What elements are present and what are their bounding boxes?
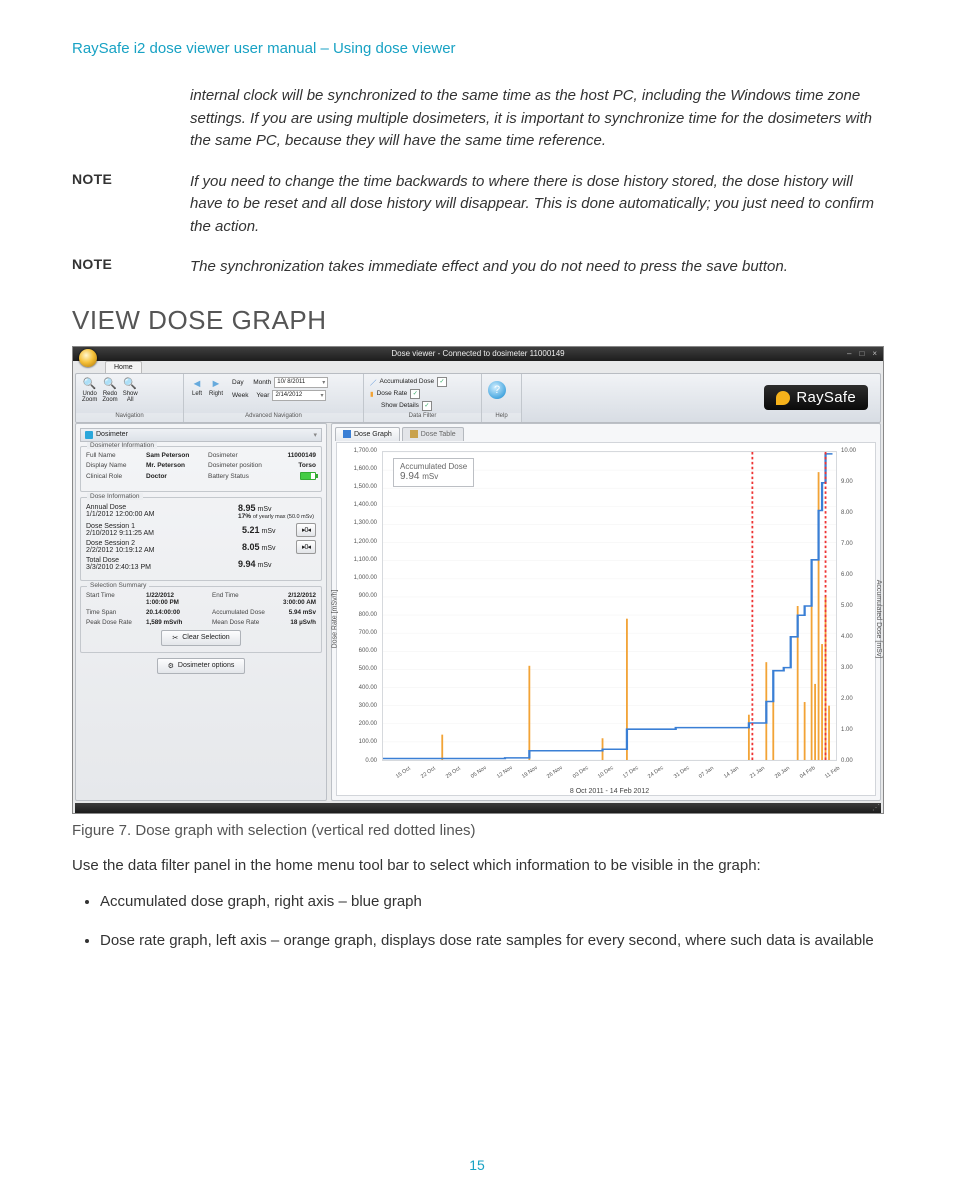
list-item: Dose rate graph, left axis – orange grap… bbox=[100, 930, 882, 953]
note-block: NOTE The synchronization takes immediate… bbox=[72, 256, 882, 279]
paragraph: Use the data filter panel in the home me… bbox=[72, 855, 882, 878]
gear-icon: ⚙ bbox=[168, 662, 174, 670]
day-label: Day bbox=[232, 379, 244, 386]
chevron-down-icon: ▾ bbox=[313, 431, 317, 439]
close-icon[interactable]: × bbox=[872, 349, 877, 358]
redo-zoom-button[interactable]: 🔍 Redo Zoom bbox=[102, 377, 117, 404]
ribbon-group-label: Data Filter bbox=[364, 413, 481, 422]
dose-rate-checkbox[interactable]: ✓ bbox=[410, 389, 420, 399]
page-number: 15 bbox=[0, 1157, 954, 1173]
y-left-ticks: 0.00100.00200.00300.00400.00500.00600.00… bbox=[339, 451, 379, 761]
brand-area: RaySafe bbox=[522, 374, 880, 422]
left-button[interactable]: ◄ Left bbox=[190, 377, 204, 398]
month-label: Month bbox=[253, 379, 271, 386]
dose-rate-label: Dose Rate bbox=[377, 390, 408, 397]
undo-zoom-icon: 🔍 bbox=[83, 377, 97, 391]
dose-info-group: Dose Information Annual Dose 1/1/2012 12… bbox=[80, 497, 322, 581]
running-header: RaySafe i2 dose viewer user manual – Usi… bbox=[72, 40, 882, 57]
selection-summary-group: Selection Summary Start Time 1/22/20121:… bbox=[80, 586, 322, 653]
plot-area[interactable]: Dose Rate [mSv/h] Accumulated Dose [mSv]… bbox=[336, 442, 876, 796]
show-all-icon: 🔍 bbox=[123, 377, 137, 391]
status-bar: ⋰ bbox=[75, 803, 881, 813]
maximize-icon[interactable]: □ bbox=[859, 349, 864, 358]
table-icon bbox=[410, 430, 418, 438]
line-blue-icon: ／ bbox=[370, 377, 377, 387]
paragraph-continuation: internal clock will be synchronized to t… bbox=[190, 85, 882, 153]
help-icon[interactable]: ? bbox=[488, 381, 506, 399]
window-title: Dose viewer - Connected to dosimeter 110… bbox=[73, 349, 883, 358]
note-block: NOTE If you need to change the time back… bbox=[72, 171, 882, 239]
show-details-checkbox[interactable]: ✓ bbox=[422, 401, 432, 411]
play-session1-button[interactable]: ▸0◂ bbox=[296, 523, 316, 537]
ribbon-group-label: Help bbox=[482, 413, 521, 422]
note-label: NOTE bbox=[72, 171, 190, 239]
app-orb-icon[interactable] bbox=[79, 349, 97, 367]
y-right-axis-label: Accumulated Dose [mSv] bbox=[876, 579, 883, 658]
x-axis: 8 Oct 2011 - 14 Feb 2012 15 Oct22 Oct29 … bbox=[382, 761, 837, 795]
year-label: Year bbox=[256, 392, 269, 399]
week-label: Week bbox=[232, 392, 249, 399]
minimize-icon[interactable]: – bbox=[847, 349, 851, 358]
accumulated-dose-label: Accumulated Dose bbox=[380, 378, 435, 385]
tab-home[interactable]: Home bbox=[105, 361, 142, 373]
battery-icon bbox=[300, 472, 316, 480]
note-text: If you need to change the time backwards… bbox=[190, 171, 882, 239]
section-heading: VIEW DOSE GRAPH bbox=[72, 305, 882, 336]
brand-name: RaySafe bbox=[796, 389, 856, 406]
tab-dose-graph[interactable]: Dose Graph bbox=[335, 427, 400, 441]
side-panel: Dosimeter ▾ Dosimeter Information Full N… bbox=[75, 423, 327, 801]
show-all-button[interactable]: 🔍 Show All bbox=[123, 377, 138, 404]
dosimeter-options-button[interactable]: ⚙Dosimeter options bbox=[157, 658, 246, 674]
chart-icon bbox=[343, 430, 351, 438]
arrow-right-icon: ► bbox=[209, 377, 223, 391]
start-date-dropdown[interactable]: 10/ 8/2011▾ bbox=[274, 377, 328, 388]
clear-selection-button[interactable]: ✂Clear Selection bbox=[161, 630, 240, 646]
arrow-left-icon: ◄ bbox=[190, 377, 204, 391]
tab-dose-table[interactable]: Dose Table bbox=[402, 427, 464, 441]
ribbon: 🔍 Undo Zoom 🔍 Redo Zoom 🔍 Show All Navig… bbox=[75, 373, 881, 423]
bullet-list: Accumulated dose graph, right axis – blu… bbox=[100, 891, 882, 952]
app-window: Dose viewer - Connected to dosimeter 110… bbox=[72, 346, 884, 814]
bar-orange-icon: ▮ bbox=[370, 390, 374, 398]
note-text: The synchronization takes immediate effe… bbox=[190, 256, 882, 279]
chart-callout: Accumulated Dose 9.94 mSv bbox=[393, 458, 474, 488]
scissors-icon: ✂ bbox=[172, 634, 178, 642]
y-right-ticks: 0.001.002.003.004.005.006.007.008.009.00… bbox=[839, 451, 873, 761]
undo-zoom-button[interactable]: 🔍 Undo Zoom bbox=[82, 377, 97, 404]
accumulated-dose-checkbox[interactable]: ✓ bbox=[437, 377, 447, 387]
x-axis-title: 8 Oct 2011 - 14 Feb 2012 bbox=[382, 788, 837, 795]
ribbon-group-label: Advanced Navigation bbox=[184, 413, 363, 422]
dosimeter-info-group: Dosimeter Information Full NameSam Peter… bbox=[80, 446, 322, 492]
titlebar: Dose viewer - Connected to dosimeter 110… bbox=[73, 347, 883, 361]
resize-grip-icon[interactable]: ⋰ bbox=[872, 803, 878, 812]
chevron-down-icon: ▾ bbox=[320, 392, 323, 399]
play-session2-button[interactable]: ▸0◂ bbox=[296, 540, 316, 554]
y-left-axis-label: Dose Rate [mSv/h] bbox=[332, 589, 339, 648]
note-label: NOTE bbox=[72, 256, 190, 279]
list-item: Accumulated dose graph, right axis – blu… bbox=[100, 891, 882, 914]
figure-caption: Figure 7. Dose graph with selection (ver… bbox=[72, 822, 882, 839]
chart-svg bbox=[383, 452, 836, 760]
chevron-down-icon: ▾ bbox=[322, 379, 325, 386]
end-date-dropdown[interactable]: 2/14/2012▾ bbox=[272, 390, 326, 401]
side-panel-header[interactable]: Dosimeter ▾ bbox=[80, 428, 322, 442]
chart-panel: Dose Graph Dose Table Dose Rate [mSv/h] … bbox=[331, 423, 881, 801]
dosimeter-icon bbox=[85, 431, 93, 439]
show-details-label: Show Details bbox=[381, 402, 419, 409]
ribbon-group-label: Navigation bbox=[76, 413, 183, 422]
redo-zoom-icon: 🔍 bbox=[103, 377, 117, 391]
raysafe-bird-icon bbox=[776, 391, 790, 405]
right-button[interactable]: ► Right bbox=[209, 377, 223, 398]
